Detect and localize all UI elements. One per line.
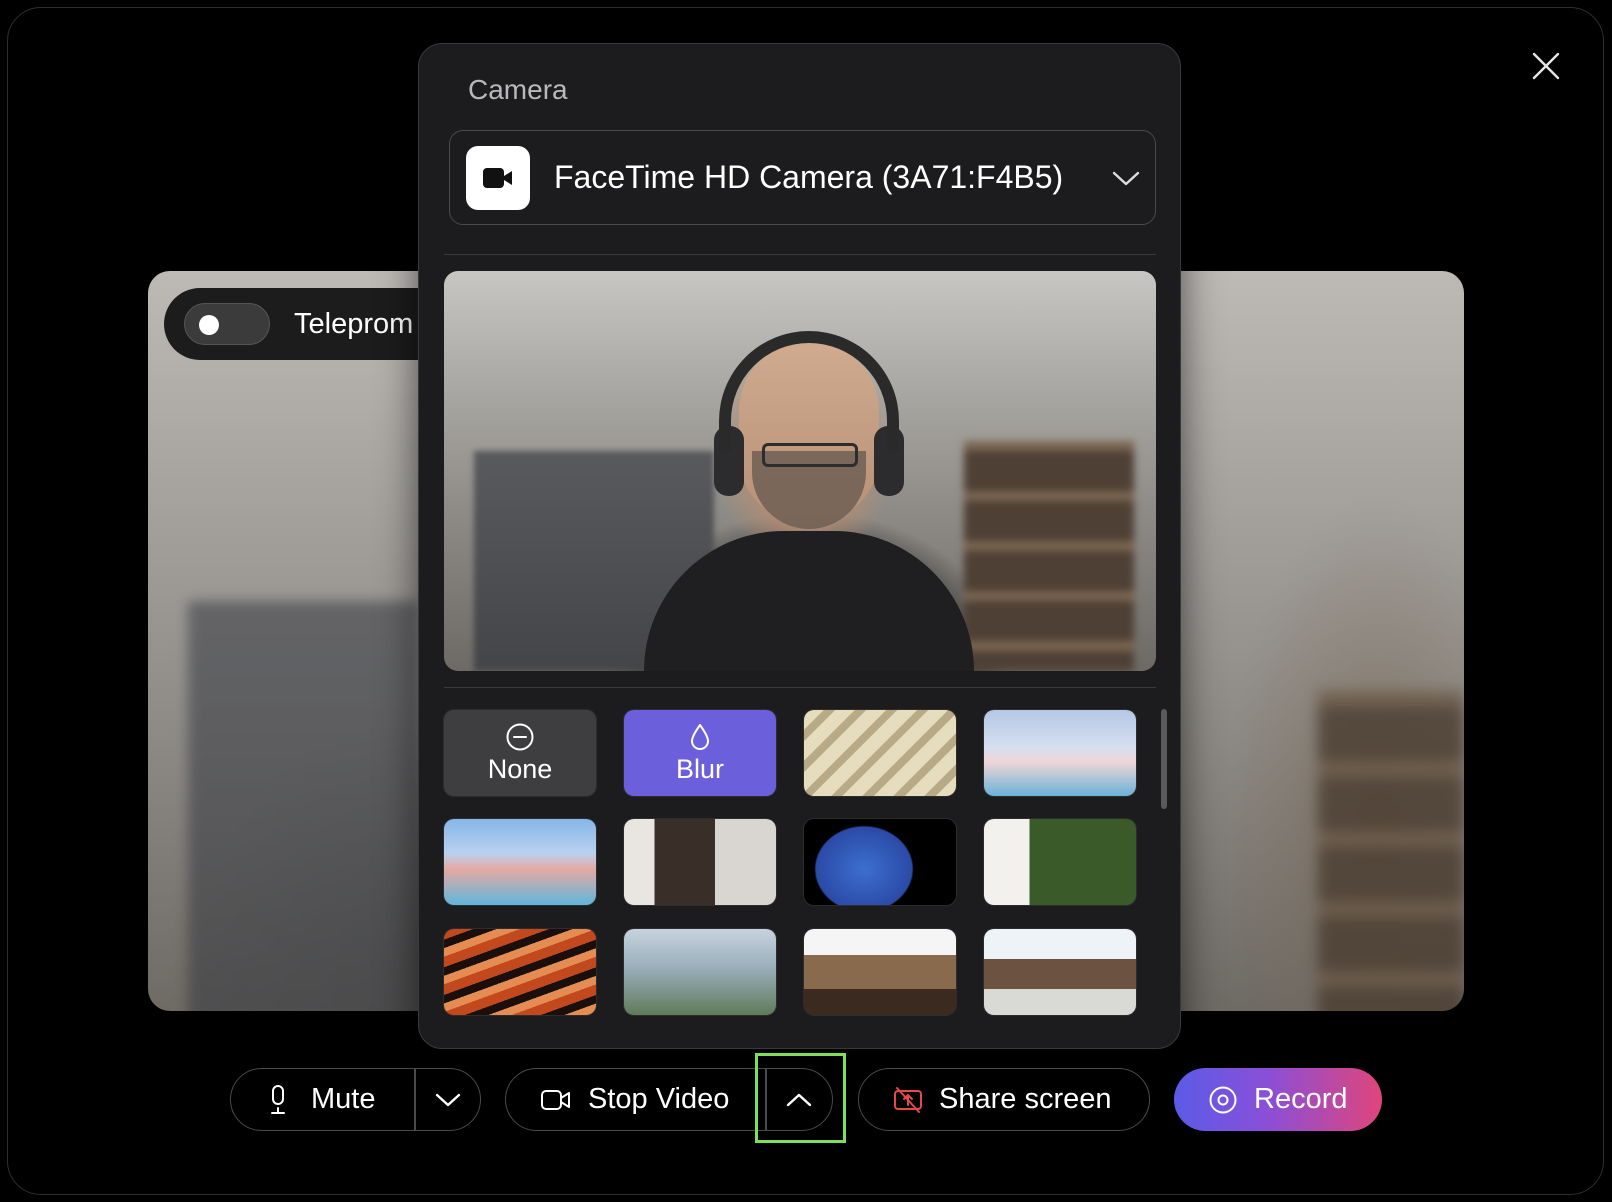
background-thumbnail[interactable] <box>624 929 776 1015</box>
headphones <box>719 331 899 451</box>
background-options: None Blur <box>444 710 1156 1062</box>
background-thumbnail[interactable] <box>984 819 1136 905</box>
chevron-down-icon <box>435 1093 460 1106</box>
microphone-icon <box>271 1084 285 1114</box>
background-thumbnail[interactable] <box>804 819 956 905</box>
background-blur[interactable]: Blur <box>624 710 776 796</box>
stop-video-label: Stop Video <box>588 1083 730 1115</box>
camera-select[interactable]: FaceTime HD Camera (3A71:F4B5) <box>449 130 1156 225</box>
background-none-label: None <box>487 753 553 784</box>
glasses <box>762 443 858 467</box>
background-thumbnail[interactable] <box>984 710 1136 796</box>
stop-video-button[interactable]: Stop Video <box>506 1069 765 1130</box>
background-thumbnail[interactable] <box>804 710 956 796</box>
chevron-down-icon <box>1112 171 1140 185</box>
share-screen-off-icon <box>894 1086 922 1113</box>
droplet-icon <box>691 723 709 750</box>
divider <box>444 254 1156 255</box>
video-camera-icon <box>483 167 512 188</box>
background-thumbnail[interactable] <box>804 929 956 1015</box>
video-camera-icon <box>541 1089 570 1110</box>
share-screen-button[interactable]: Share screen <box>858 1068 1150 1131</box>
record-button[interactable]: Record <box>1174 1068 1382 1131</box>
mute-options-button[interactable] <box>416 1069 481 1130</box>
mute-control: Mute <box>230 1068 481 1131</box>
camera-heading: Camera <box>468 74 568 105</box>
background-none[interactable]: None <box>444 710 596 796</box>
toggle-knob <box>199 315 219 335</box>
background-scrollbar[interactable] <box>1161 709 1167 809</box>
mute-label: Mute <box>311 1083 376 1115</box>
divider <box>444 687 1156 688</box>
record-label: Record <box>1254 1083 1348 1115</box>
background-thumbnail[interactable] <box>624 819 776 905</box>
teleprompter-toggle[interactable] <box>184 303 270 345</box>
teleprompter-label: Teleprom <box>294 307 414 340</box>
share-screen-label: Share screen <box>939 1083 1112 1115</box>
background-thumbnail[interactable] <box>444 929 596 1015</box>
background-blur-label: Blur <box>675 753 724 784</box>
background-thumbnail[interactable] <box>984 929 1136 1015</box>
preview-background-window <box>188 601 418 1011</box>
camera-popup: Camera FaceTime HD Camera (3A71:F4B5) No… <box>418 43 1181 1049</box>
mute-button[interactable]: Mute <box>231 1069 414 1130</box>
record-icon <box>1209 1086 1237 1113</box>
minus-circle-icon <box>506 723 534 750</box>
preview-bookshelf <box>964 441 1134 671</box>
camera-icon-box <box>466 145 530 210</box>
close-icon <box>1532 52 1560 80</box>
camera-name: FaceTime HD Camera (3A71:F4B5) <box>554 159 1064 195</box>
preview-background-shelf <box>1318 691 1464 1011</box>
camera-preview <box>444 271 1156 671</box>
close-button[interactable] <box>1524 44 1568 88</box>
focus-highlight <box>755 1053 846 1143</box>
background-thumbnail[interactable] <box>444 819 596 905</box>
